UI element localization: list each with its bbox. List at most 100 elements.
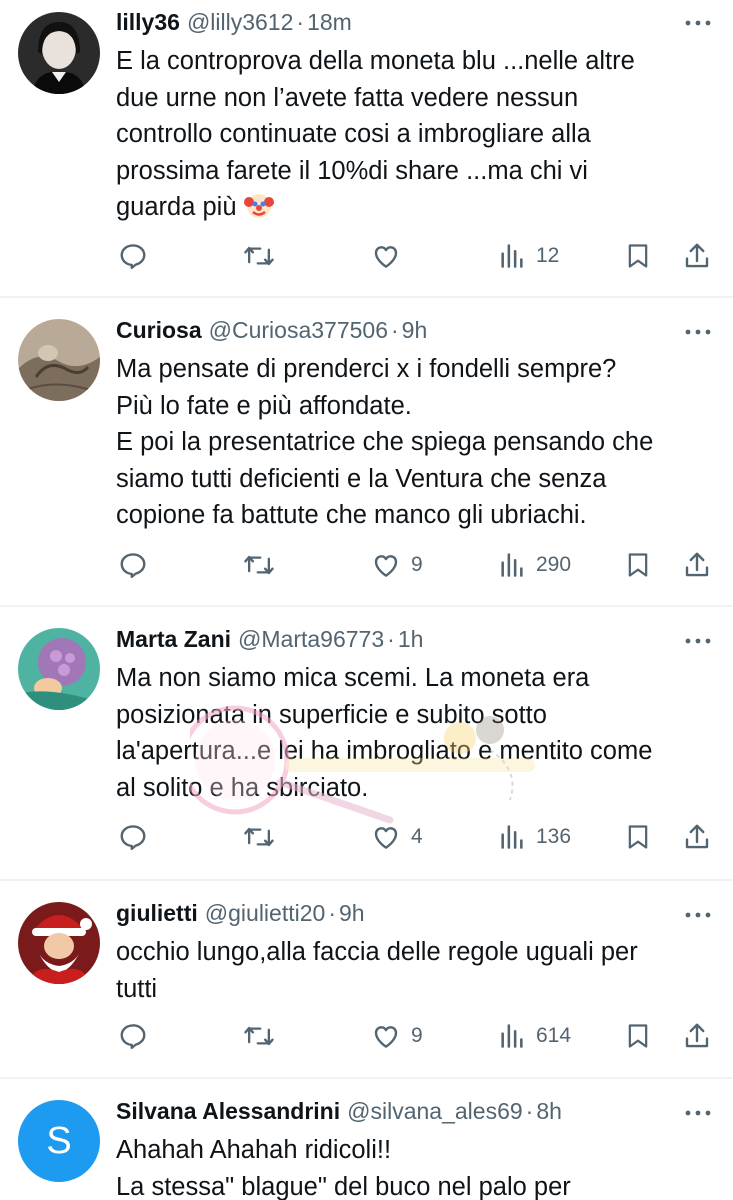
user-handle[interactable]: @lilly3612	[187, 9, 293, 35]
avatar[interactable]: S	[18, 1100, 100, 1182]
avatar-image	[18, 902, 100, 984]
tweet-1[interactable]: lilly36 @lilly3612 · 18m E la controprova d…	[0, 0, 733, 296]
retweet-icon	[244, 246, 274, 266]
like-icon	[374, 555, 398, 577]
avatar[interactable]	[18, 12, 100, 94]
user-handle[interactable]: @Curiosa377506	[209, 317, 388, 343]
timestamp[interactable]: 1h	[398, 626, 424, 652]
views-icon	[501, 1024, 523, 1048]
clown-emoji	[243, 194, 274, 218]
bookmark-icon	[628, 825, 648, 849]
tweet-3[interactable]: Marta Zani @Marta96773 · 1h Ma non siamo mi…	[0, 607, 733, 879]
views-icon	[501, 244, 523, 268]
views-count: 614	[536, 1024, 572, 1047]
like-icon	[374, 1026, 398, 1048]
user-handle[interactable]: @giulietti20	[205, 900, 326, 926]
retweet-button[interactable]	[243, 1016, 285, 1056]
views-icon	[501, 825, 523, 849]
more-icon	[685, 20, 711, 26]
reply-button[interactable]	[118, 1016, 158, 1056]
timestamp[interactable]: 18m	[307, 9, 352, 35]
like-count: 4	[411, 825, 423, 848]
user-handle[interactable]: @Marta96773	[238, 626, 384, 652]
share-icon	[685, 243, 709, 268]
user-handle[interactable]: @silvana_ales69	[347, 1098, 523, 1124]
tweet-4[interactable]: giulietti @giulietti20 · 9h occhio lungo,al…	[0, 881, 733, 1077]
bookmark-button[interactable]	[624, 545, 652, 585]
tweet-2[interactable]: Curiosa @Curiosa377506 · 9h Ma pensate di p…	[0, 298, 733, 605]
avatar[interactable]	[18, 319, 100, 401]
tweet-header: Curiosa @Curiosa377506 · 9h	[116, 315, 673, 345]
share-icon	[685, 552, 709, 577]
views-button[interactable]: 290	[498, 545, 571, 585]
tweet-actions: 12	[0, 236, 733, 276]
more-icon	[685, 638, 711, 644]
more-icon	[685, 912, 711, 918]
tweet-header: Marta Zani @Marta96773 · 1h	[116, 624, 673, 654]
views-button[interactable]: 614	[498, 1016, 571, 1056]
more-options-button[interactable]	[683, 1103, 713, 1123]
reply-icon	[120, 244, 146, 270]
reply-button[interactable]	[118, 817, 158, 857]
timestamp[interactable]: 9h	[339, 900, 365, 926]
like-button[interactable]: 4	[371, 817, 423, 857]
more-options-button[interactable]	[683, 322, 713, 342]
tweet-text-content: E la controprova della moneta blu ...nel…	[116, 47, 635, 221]
display-name[interactable]: Curiosa	[116, 317, 202, 343]
avatar[interactable]	[18, 628, 100, 710]
tweet-text: Ma pensate di prenderci x i fondelli sem…	[116, 355, 654, 529]
display-name[interactable]: giulietti	[116, 900, 198, 926]
separator: ·	[525, 1098, 534, 1124]
bookmark-button[interactable]	[624, 236, 652, 276]
separator: ·	[296, 9, 305, 35]
avatar-image	[18, 628, 100, 710]
views-count: 290	[536, 553, 572, 576]
tweet-actions: 9 290	[0, 545, 733, 585]
tweet-text: Ahahah Ahahah ridicoli!! La stessa" blag…	[116, 1136, 571, 1200]
share-icon	[685, 1023, 709, 1048]
retweet-button[interactable]	[243, 545, 285, 585]
more-options-button[interactable]	[683, 631, 713, 651]
tweet-text: occhio lungo,alla faccia delle regole ug…	[116, 938, 638, 1003]
like-button[interactable]	[371, 236, 411, 276]
avatar[interactable]	[18, 902, 100, 984]
separator: ·	[328, 900, 336, 926]
tweet-header: lilly36 @lilly3612 · 18m	[116, 7, 673, 37]
bookmark-button[interactable]	[624, 1016, 652, 1056]
like-icon	[374, 827, 398, 849]
retweet-button[interactable]	[243, 817, 285, 857]
reply-button[interactable]	[118, 236, 158, 276]
display-name[interactable]: Marta Zani	[116, 626, 231, 652]
reply-icon	[120, 1024, 146, 1050]
like-count: 9	[411, 553, 423, 576]
reply-icon	[120, 825, 146, 851]
share-button[interactable]	[682, 545, 712, 585]
like-button[interactable]: 9	[371, 545, 423, 585]
share-icon	[685, 824, 709, 849]
bookmark-icon	[628, 1024, 648, 1048]
views-button[interactable]: 136	[498, 817, 571, 857]
tweet-5[interactable]: S Silvana Alessandrini @silvana_ales69 · 8h…	[0, 1079, 733, 1200]
tweet-actions: 9 614	[0, 1016, 733, 1056]
display-name[interactable]: lilly36	[116, 9, 180, 35]
retweet-icon	[244, 1026, 274, 1046]
avatar-image	[18, 319, 100, 401]
display-name[interactable]: Silvana Alessandrini	[116, 1098, 340, 1124]
views-count: 136	[536, 825, 572, 848]
retweet-button[interactable]	[243, 236, 285, 276]
share-button[interactable]	[682, 236, 712, 276]
like-button[interactable]: 9	[371, 1016, 423, 1056]
more-options-button[interactable]	[683, 905, 713, 925]
tweet-header: Silvana Alessandrini @silvana_ales69 · 8h	[116, 1096, 673, 1126]
share-button[interactable]	[682, 817, 712, 857]
timestamp[interactable]: 9h	[402, 317, 428, 343]
share-button[interactable]	[682, 1016, 712, 1056]
more-options-button[interactable]	[683, 13, 713, 33]
avatar-letter: S	[46, 1119, 72, 1162]
tweet-actions: 4 136	[0, 817, 733, 857]
views-button[interactable]: 12	[498, 236, 559, 276]
reply-button[interactable]	[118, 545, 158, 585]
bookmark-button[interactable]	[624, 817, 652, 857]
timestamp[interactable]: 8h	[536, 1098, 562, 1124]
retweet-icon	[244, 827, 274, 847]
